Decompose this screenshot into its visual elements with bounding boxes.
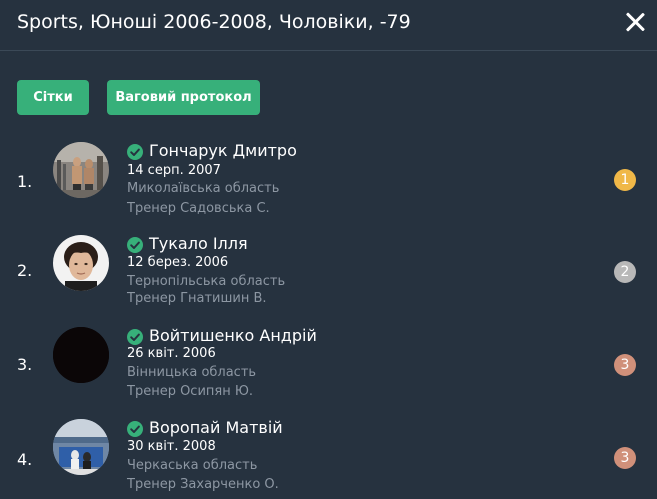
check-circle-icon	[127, 421, 143, 437]
medal-badge: 3	[614, 447, 636, 469]
birth-date: 26 квіт. 2006	[127, 346, 216, 361]
region-label: Тернопільська область	[127, 274, 286, 289]
weigh-protocol-button[interactable]: Ваговий протокол	[107, 80, 260, 115]
region-label: Миколаївська область	[127, 181, 280, 196]
check-circle-icon	[127, 144, 143, 160]
region-label: Черкаська область	[127, 458, 258, 473]
athlete-name[interactable]: Воропай Матвій	[149, 418, 283, 437]
place-number: 2.	[17, 261, 33, 280]
medal-badge: 3	[614, 354, 636, 376]
place-number: 4.	[17, 450, 33, 469]
list-item[interactable]: 2. Тукало Ілля 12 берез. 2006 Тернопільс…	[0, 231, 657, 321]
coach-label: Тренер Осипян Ю.	[127, 384, 254, 399]
list-item[interactable]: 1. Гончарук Дмитро 14 серп. 2007 Миколаї…	[0, 138, 657, 228]
page-title: Sports, Юноші 2006-2008, Чоловіки, -79	[17, 11, 411, 33]
place-number: 3.	[17, 355, 33, 374]
medal-badge: 1	[614, 169, 636, 191]
athlete-name[interactable]: Тукало Ілля	[149, 234, 248, 253]
birth-date: 14 серп. 2007	[127, 163, 221, 178]
close-icon[interactable]	[622, 9, 648, 35]
coach-label: Тренер Захарченко О.	[127, 477, 279, 492]
grids-button[interactable]: Сітки	[17, 80, 89, 115]
athlete-name[interactable]: Войтишенко Андрій	[149, 326, 317, 345]
birth-date: 12 берез. 2006	[127, 255, 229, 270]
check-circle-icon	[127, 237, 143, 253]
athlete-name[interactable]: Гончарук Дмитро	[149, 141, 297, 160]
avatar[interactable]	[53, 235, 109, 291]
medal-badge: 2	[614, 261, 636, 283]
coach-label: Тренер Гнатишин В.	[127, 291, 267, 306]
avatar[interactable]	[53, 142, 109, 198]
avatar[interactable]	[53, 419, 109, 475]
check-circle-icon	[127, 329, 143, 345]
place-number: 1.	[17, 172, 33, 191]
list-item[interactable]: 3. Войтишенко Андрій 26 квіт. 2006 Вінни…	[0, 323, 657, 413]
avatar[interactable]	[53, 327, 109, 383]
region-label: Вінницька область	[127, 365, 257, 380]
birth-date: 30 квіт. 2008	[127, 439, 216, 454]
coach-label: Тренер Садовська С.	[127, 201, 270, 216]
modal-header: Sports, Юноші 2006-2008, Чоловіки, -79	[0, 0, 657, 51]
results-modal: Sports, Юноші 2006-2008, Чоловіки, -79 С…	[0, 0, 657, 499]
list-item[interactable]: 4. Воропай Матвій 30 квіт. 2008 Черкаськ…	[0, 415, 657, 499]
